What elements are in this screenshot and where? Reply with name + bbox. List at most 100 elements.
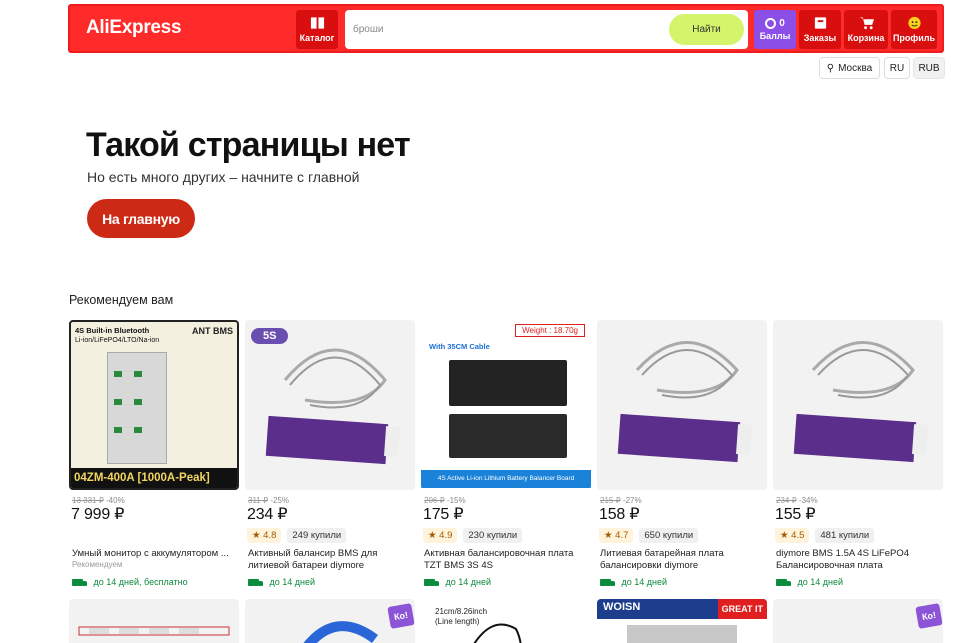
product-name[interactable]: Умный монитор с аккумулятором ... — [72, 548, 240, 560]
aliexpress-logo[interactable]: AliExpress — [86, 17, 182, 39]
points-button[interactable]: 0 Баллы — [754, 10, 796, 49]
delivery-info: до 14 дней — [600, 577, 667, 587]
truck-icon — [72, 578, 87, 586]
product-image[interactable] — [773, 320, 943, 490]
rating-value: 4.8 — [263, 530, 277, 541]
image-text: 21cm/8.26inch — [435, 607, 488, 616]
product-card[interactable]: 215 ₽ -27% 158 ₽ ★ 4.7 650 купили Литиева… — [597, 320, 767, 595]
image-cable-label: With 35CM Cable — [429, 342, 490, 351]
product-image[interactable] — [597, 320, 767, 490]
product-brand: Рекомендуем — [72, 560, 123, 569]
rating-badge: ★ 4.8 — [247, 528, 282, 543]
great-badge: GREAT IT — [717, 599, 767, 619]
home-button[interactable]: На главную — [87, 199, 195, 238]
currency-selector[interactable]: RUB — [913, 57, 945, 79]
board-bottom-graphic — [449, 414, 567, 458]
header-bar: AliExpress Каталог Найти 0 Баллы Заказы … — [68, 4, 944, 53]
rating-badge: ★ 4.9 — [423, 528, 458, 543]
product-card[interactable]: Ко! — [773, 599, 943, 643]
page-title: Такой страницы нет — [86, 126, 411, 164]
image-text: Li-ion/LiFePO4/LTO/Na-ion — [75, 337, 160, 344]
image-text: 4S Built-in Bluetooth — [75, 326, 150, 335]
product-card[interactable]: Weight : 18.70g With 35CM Cable 4S Activ… — [421, 320, 591, 595]
product-card[interactable]: WOISN GREAT IT — [597, 599, 767, 643]
delivery-text: до 14 дней, бесплатно — [93, 577, 188, 587]
rating-value: 4.5 — [791, 530, 805, 541]
price: 155 ₽ — [775, 506, 816, 523]
product-graphic — [627, 625, 737, 643]
orders-icon — [814, 17, 826, 29]
delivery-info: до 14 дней — [776, 577, 843, 587]
city-label: Москва — [838, 62, 873, 74]
catalog-icon — [310, 17, 324, 29]
bms-board-graphic — [107, 352, 167, 464]
woisn-label: WOISN — [603, 601, 641, 613]
schematic-graphic — [78, 626, 230, 636]
product-name[interactable]: Активная балансировочная плата TZT BMS 3… — [424, 548, 592, 572]
truck-icon — [424, 578, 439, 586]
delivery-text: до 14 дней — [797, 577, 844, 587]
image-weight: Weight : 18.70g — [515, 324, 585, 337]
balancer-cable-graphic — [265, 348, 401, 465]
rating-row: ★ 4.5 481 купили — [775, 528, 875, 543]
language-selector[interactable]: RU — [884, 57, 910, 79]
price: 175 ₽ — [423, 506, 464, 523]
cart-label: Корзина — [847, 33, 885, 43]
points-count: 0 — [779, 18, 785, 29]
image-banner: 04ZM-400A [1000A-Peak] — [71, 468, 237, 488]
points-label: Баллы — [759, 31, 791, 41]
search-button[interactable]: Найти — [669, 14, 744, 45]
coin-icon — [765, 18, 777, 29]
product-card[interactable] — [69, 599, 239, 643]
search-box: Найти — [345, 10, 748, 49]
profile-button[interactable]: Профиль — [891, 10, 937, 49]
product-image[interactable]: 4S Built-in Bluetooth Li-ion/LiFePO4/LTO… — [69, 320, 239, 490]
product-name[interactable]: Литиевая батарейная плата балансировки d… — [600, 548, 768, 572]
product-card[interactable]: 234 ₽ -34% 155 ₽ ★ 4.5 481 купили diymore… — [773, 320, 943, 595]
product-image[interactable]: Weight : 18.70g With 35CM Cable 4S Activ… — [421, 320, 591, 490]
profile-label: Профиль — [892, 33, 936, 43]
location-pin-icon: ⚲ — [826, 62, 835, 74]
delivery-info: до 14 дней — [248, 577, 315, 587]
product-name[interactable]: diymore BMS 1.5A 4S LiFePO4 Балансировоч… — [776, 548, 944, 572]
bought-count: 650 купили — [639, 528, 699, 543]
rating-row: ★ 4.8 249 купили — [247, 528, 347, 543]
kor-badge: Ко! — [387, 603, 415, 629]
rating-row: ★ 4.7 650 купили — [599, 528, 699, 543]
bought-count: 230 купили — [463, 528, 523, 543]
rating-badge: ★ 4.5 — [775, 528, 810, 543]
product-name[interactable]: Активный балансир BMS для литиевой батар… — [248, 548, 416, 572]
cart-icon — [859, 17, 874, 30]
woisn-banner: WOISN GREAT IT — [597, 599, 767, 619]
bought-count: 249 купили — [287, 528, 347, 543]
recommend-title: Рекомендуем вам — [69, 293, 174, 307]
balancer-cable-graphic — [617, 341, 753, 463]
price: 158 ₽ — [599, 506, 640, 523]
delivery-text: до 14 дней — [445, 577, 492, 587]
price: 7 999 ₽ — [71, 506, 125, 523]
bought-count: 481 купили — [815, 528, 875, 543]
rating-row: ★ 4.9 230 купили — [423, 528, 523, 543]
search-input[interactable] — [353, 18, 653, 40]
truck-icon — [600, 578, 615, 586]
image-text: (Line length) — [435, 617, 480, 626]
catalog-label: Каталог — [299, 33, 335, 43]
product-image[interactable]: 5S — [245, 320, 415, 490]
delivery-text: до 14 дней — [269, 577, 316, 587]
delivery-info: до 14 дней, бесплатно — [72, 577, 188, 587]
product-card[interactable]: Ко! — [245, 599, 415, 643]
product-card[interactable]: 4S Built-in Bluetooth Li-ion/LiFePO4/LTO… — [69, 320, 239, 595]
page-subtitle: Но есть много других – начните с главной — [87, 169, 360, 185]
price: 234 ₽ — [247, 506, 288, 523]
product-card[interactable]: 5S 311 ₽ -25% 234 ₽ ★ 4.8 249 купили Акти… — [245, 320, 415, 595]
truck-icon — [776, 578, 791, 586]
truck-icon — [248, 578, 263, 586]
city-selector[interactable]: ⚲ Москва — [819, 57, 880, 79]
cart-button[interactable]: Корзина — [844, 10, 888, 49]
product-card[interactable]: 21cm/8.26inch (Line length) — [421, 599, 591, 643]
orders-button[interactable]: Заказы — [799, 10, 841, 49]
balancer-cable-graphic — [793, 341, 929, 463]
catalog-button[interactable]: Каталог — [296, 10, 338, 49]
smile-icon — [907, 16, 921, 30]
delivery-text: до 14 дней — [621, 577, 668, 587]
